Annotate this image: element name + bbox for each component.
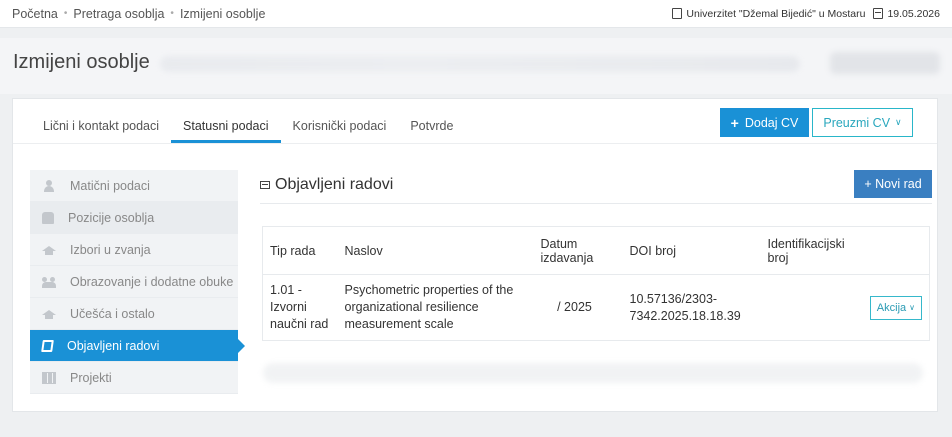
sidebar-item-label: Učešća i ostalo bbox=[70, 306, 155, 321]
sidebar-item-label: Pozicije osoblja bbox=[68, 210, 155, 225]
sidebar-item-label: Obrazovanje i dodatne obuke bbox=[70, 274, 234, 289]
download-cv-dropdown[interactable]: Preuzmi CV ∨ bbox=[812, 108, 913, 137]
cell-doi: 10.57136/2303-7342.2025.18.18.39 bbox=[629, 291, 741, 323]
sidebar-item-label: Objavljeni radovi bbox=[67, 338, 160, 353]
shirt-icon bbox=[42, 211, 54, 224]
section-header: Objavljeni radovi bbox=[260, 170, 932, 200]
sidebar-item-participation[interactable]: Učešća i ostalo bbox=[30, 298, 238, 330]
tab-bar: Lični i kontakt podaci Statusni podaci K… bbox=[31, 113, 465, 143]
sidebar-item-publications[interactable]: Objavljeni radovi bbox=[30, 330, 245, 362]
current-date: 19.05.2026 bbox=[887, 7, 940, 20]
chevron-down-icon: ∨ bbox=[909, 303, 915, 312]
column-header-id: Identifikacijski broj bbox=[760, 226, 861, 275]
divider bbox=[13, 143, 937, 144]
redacted-area bbox=[263, 363, 923, 383]
row-action-label: Akcija bbox=[876, 301, 907, 314]
chevron-down-icon: ∨ bbox=[895, 117, 902, 127]
column-header-doi: DOI broj bbox=[615, 226, 761, 275]
grid-icon bbox=[42, 371, 56, 384]
tab-user-data[interactable]: Korisnički podaci bbox=[281, 113, 399, 143]
section-title: Objavljeni radovi bbox=[275, 176, 394, 193]
sidebar-item-label: Projekti bbox=[70, 370, 112, 385]
redacted-button bbox=[830, 52, 940, 74]
main-card: Lični i kontakt podaci Statusni podaci K… bbox=[12, 98, 938, 412]
cell-type: 1.01 - Izvorni naučni rad bbox=[270, 283, 329, 331]
breadcrumb-current: Izmijeni osoblje bbox=[179, 6, 266, 21]
graduation-cap-icon bbox=[42, 244, 56, 256]
plus-icon: + bbox=[730, 114, 739, 131]
institution-name: Univerzitet "Džemal Bijedić" u Mostaru bbox=[686, 7, 866, 20]
column-header-title: Naslov bbox=[337, 226, 534, 275]
add-cv-button[interactable]: + Dodaj CV bbox=[720, 108, 809, 137]
group-icon bbox=[42, 276, 56, 288]
graduation-cap-icon bbox=[42, 308, 56, 320]
topbar-info: Univerzitet "Džemal Bijedić" u Mostaru 1… bbox=[664, 8, 940, 20]
page-title: Izmijeni osoblje bbox=[13, 51, 150, 73]
cell-date: / 2025 bbox=[557, 300, 592, 314]
table-header-row: Tip rada Naslov Datum izdavanja DOI broj… bbox=[262, 226, 930, 275]
book-icon bbox=[41, 339, 54, 352]
sidebar-item-label: Izbori u zvanja bbox=[70, 242, 151, 257]
cell-id bbox=[761, 275, 861, 341]
column-header-type: Tip rada bbox=[262, 226, 338, 275]
table-row: 1.01 - Izvorni naučni rad Psychometric p… bbox=[263, 275, 930, 341]
sidebar-item-academic-elections[interactable]: Izbori u zvanja bbox=[30, 234, 238, 266]
building-icon bbox=[672, 8, 683, 19]
add-cv-label: Dodaj CV bbox=[744, 115, 799, 130]
top-bar: Početna • Pretraga osoblja • Izmijeni os… bbox=[0, 0, 952, 28]
column-header-date: Datum izdavanja bbox=[533, 226, 616, 275]
sidebar-item-education[interactable]: Obrazovanje i dodatne obuke bbox=[30, 266, 238, 298]
sidebar-menu: Matični podaci Pozicije osoblja Izbori u… bbox=[30, 170, 245, 394]
institution-info: Univerzitet "Džemal Bijedić" u Mostaru bbox=[672, 8, 865, 20]
breadcrumb-separator: • bbox=[170, 8, 174, 19]
page-header: Izmijeni osoblje bbox=[0, 38, 952, 94]
column-header-actions bbox=[860, 226, 930, 275]
tab-personal-contact[interactable]: Lični i kontakt podaci bbox=[31, 113, 171, 143]
publications-table: Tip rada Naslov Datum izdavanja DOI broj… bbox=[262, 226, 930, 341]
date-info: 19.05.2026 bbox=[873, 8, 940, 20]
sidebar-item-staff-positions[interactable]: Pozicije osoblja bbox=[30, 202, 238, 234]
redacted-area bbox=[160, 56, 800, 72]
tab-certificates[interactable]: Potvrde bbox=[398, 113, 465, 143]
sidebar-item-basic-data[interactable]: Matični podaci bbox=[30, 170, 238, 202]
row-action-dropdown[interactable]: Akcija ∨ bbox=[869, 295, 922, 320]
cell-actions: Akcija ∨ bbox=[861, 275, 930, 341]
divider bbox=[260, 203, 932, 204]
list-icon bbox=[260, 181, 270, 189]
sidebar-item-projects[interactable]: Projekti bbox=[30, 362, 238, 394]
breadcrumb: Početna • Pretraga osoblja • Izmijeni os… bbox=[12, 7, 265, 21]
sidebar-item-label: Matični podaci bbox=[70, 178, 150, 193]
download-cv-label: Preuzmi CV bbox=[823, 115, 891, 130]
new-publication-button[interactable]: + Novi rad bbox=[854, 170, 932, 198]
cell-title: Psychometric properties of the organizat… bbox=[344, 283, 514, 331]
user-icon bbox=[42, 179, 56, 192]
breadcrumb-home[interactable]: Početna bbox=[12, 7, 58, 21]
calendar-icon bbox=[873, 8, 884, 19]
breadcrumb-search-staff[interactable]: Pretraga osoblja bbox=[73, 7, 164, 21]
publications-panel: Objavljeni radovi + Novi rad Tip rada Na… bbox=[260, 170, 932, 341]
tab-status-data[interactable]: Statusni podaci bbox=[171, 113, 281, 143]
breadcrumb-separator: • bbox=[63, 8, 68, 19]
